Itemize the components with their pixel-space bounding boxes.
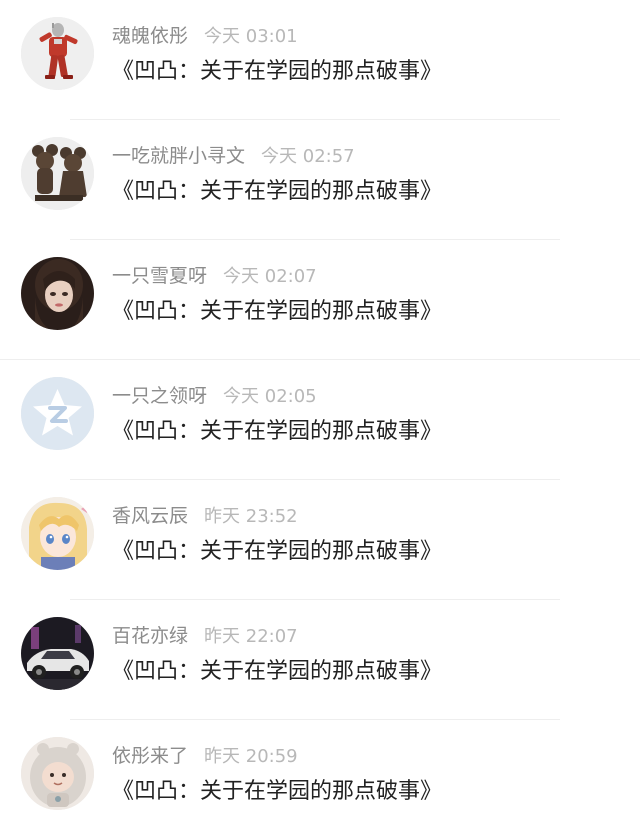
username[interactable]: 百花亦绿 (112, 625, 188, 647)
comment-text: 《凹凸：关于在学园的那点破事》 (112, 179, 443, 204)
comment-item[interactable]: 一只雪夏呀 今天 02:07 《凹凸：关于在学园的那点破事》 (0, 240, 640, 360)
timestamp: 今天 02:05 (223, 386, 317, 407)
ultraman-figure-icon (21, 17, 94, 90)
comment-item[interactable]: 一吃就胖小寻文 今天 02:57 《凹凸：关于在学园的那点破事》 (0, 120, 640, 240)
comment-text: 《凹凸：关于在学园的那点破事》 (112, 539, 443, 564)
anime-girl-icon (21, 497, 94, 570)
qzone-default-avatar[interactable] (21, 377, 94, 450)
timestamp: 今天 03:01 (204, 26, 298, 47)
anime-girl-avatar[interactable] (21, 497, 94, 570)
timestamp: 昨天 23:52 (204, 506, 298, 527)
comment-text: 《凹凸：关于在学园的那点破事》 (112, 419, 443, 444)
timestamp: 昨天 22:07 (204, 626, 298, 647)
girl-portrait-avatar[interactable] (21, 257, 94, 330)
username[interactable]: 魂魄依彤 (112, 25, 188, 47)
baby-in-hood-icon (21, 737, 94, 810)
comment-item[interactable]: 依彤来了 昨天 20:59 《凹凸：关于在学园的那点破事》 (0, 720, 640, 840)
comment-text: 《凹凸：关于在学园的那点破事》 (112, 659, 443, 684)
comment-meta: 依彤来了 昨天 20:59 (112, 741, 298, 771)
username[interactable]: 香风云辰 (112, 505, 188, 527)
comment-meta: 百花亦绿 昨天 22:07 (112, 621, 298, 651)
sports-car-icon (21, 617, 94, 690)
comment-item[interactable]: 魂魄依彤 今天 03:01 《凹凸：关于在学园的那点破事》 (0, 0, 640, 120)
username[interactable]: 一只雪夏呀 (112, 265, 207, 287)
girl-portrait-icon (21, 257, 94, 330)
comment-meta: 一只之领呀 今天 02:05 (112, 381, 317, 411)
timestamp: 今天 02:57 (261, 146, 355, 167)
qzone-star-icon (21, 377, 94, 450)
mickey-minnie-statue-icon (21, 137, 94, 210)
comment-meta: 一吃就胖小寻文 今天 02:57 (112, 141, 355, 171)
comment-text: 《凹凸：关于在学园的那点破事》 (112, 59, 443, 84)
comment-meta: 魂魄依彤 今天 03:01 (112, 21, 298, 51)
comment-item[interactable]: 香风云辰 昨天 23:52 《凹凸：关于在学园的那点破事》 (0, 480, 640, 600)
username[interactable]: 依彤来了 (112, 745, 188, 767)
comment-text: 《凹凸：关于在学园的那点破事》 (112, 299, 443, 324)
baby-in-hood-avatar[interactable] (21, 737, 94, 810)
timestamp: 今天 02:07 (223, 266, 317, 287)
mickey-minnie-statue-avatar[interactable] (21, 137, 94, 210)
comment-meta: 香风云辰 昨天 23:52 (112, 501, 298, 531)
sports-car-avatar[interactable] (21, 617, 94, 690)
ultraman-figure-avatar[interactable] (21, 17, 94, 90)
comment-text: 《凹凸：关于在学园的那点破事》 (112, 779, 443, 804)
timestamp: 昨天 20:59 (204, 746, 298, 767)
comment-list: 魂魄依彤 今天 03:01 《凹凸：关于在学园的那点破事》 一吃就胖小寻文 今天 0… (0, 0, 640, 840)
username[interactable]: 一吃就胖小寻文 (112, 145, 245, 167)
comment-meta: 一只雪夏呀 今天 02:07 (112, 261, 317, 291)
username[interactable]: 一只之领呀 (112, 385, 207, 407)
comment-item[interactable]: 百花亦绿 昨天 22:07 《凹凸：关于在学园的那点破事》 (0, 600, 640, 720)
comment-item[interactable]: 一只之领呀 今天 02:05 《凹凸：关于在学园的那点破事》 (0, 360, 640, 480)
